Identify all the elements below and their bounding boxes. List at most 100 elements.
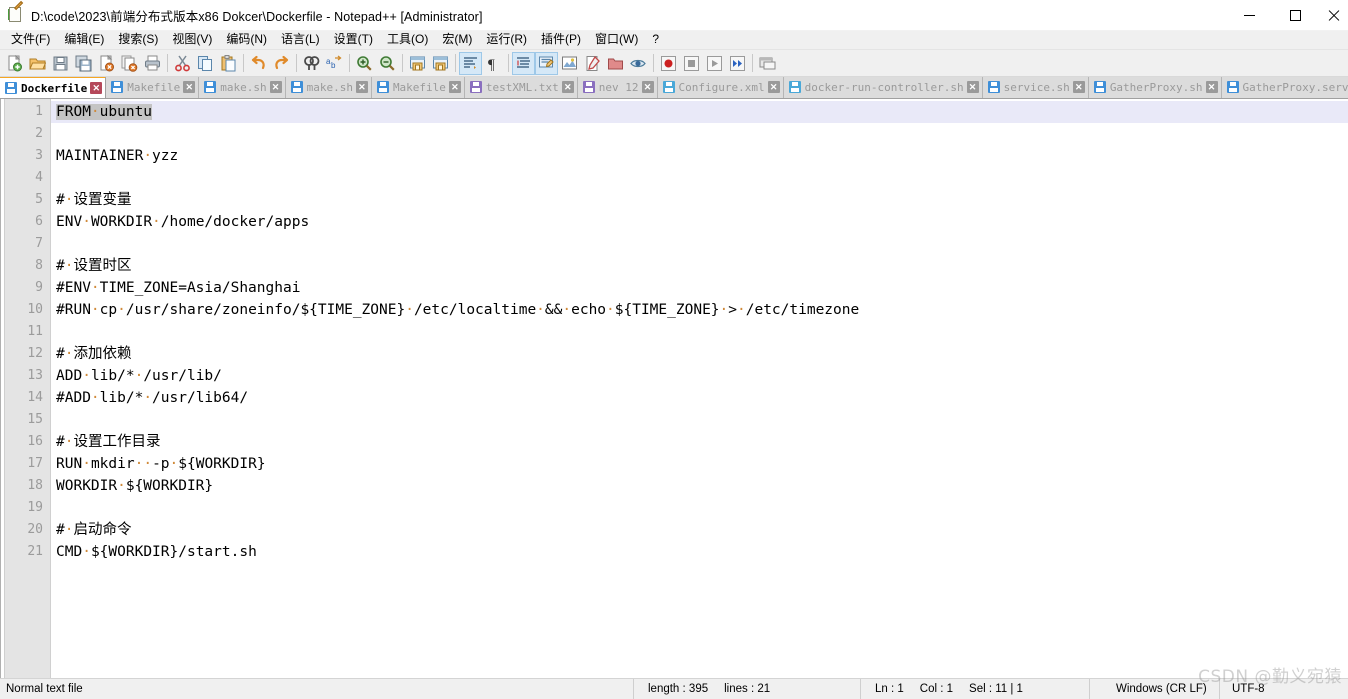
menu-help[interactable]: ? bbox=[645, 31, 666, 49]
run-panel-icon[interactable] bbox=[756, 52, 779, 75]
tab-close-icon[interactable]: ✕ bbox=[90, 82, 103, 94]
line-number: 9 bbox=[35, 280, 43, 295]
tab-docker-run-controller-sh[interactable]: docker-run-controller.sh ✕ bbox=[783, 77, 983, 98]
maximize-button[interactable] bbox=[1272, 0, 1318, 31]
show-all-chars-icon[interactable]: ¶ bbox=[482, 52, 505, 75]
tab-label: GatherProxy.service bbox=[1242, 80, 1348, 94]
tab-makefile-2[interactable]: Makefile ✕ bbox=[371, 77, 465, 98]
cut-icon[interactable] bbox=[171, 52, 194, 75]
tab-dockerfile[interactable]: Dockerfile ✕ bbox=[0, 77, 107, 98]
menu-settings[interactable]: 设置(T) bbox=[327, 31, 380, 49]
line-number: 11 bbox=[27, 324, 43, 339]
macro-play-icon[interactable] bbox=[703, 52, 726, 75]
code-content[interactable]: FROM·ubuntu MAINTAINER·yzz #·设置变量 ENV·WO… bbox=[51, 99, 1348, 678]
menu-macro[interactable]: 宏(M) bbox=[435, 31, 479, 49]
tab-close-icon[interactable]: ✕ bbox=[966, 81, 979, 93]
tab-close-icon[interactable]: ✕ bbox=[1205, 81, 1218, 93]
editor-area[interactable]: 1 2 3 4 5 6 7 8 9 10 11 12 13 14 15 16 1… bbox=[0, 99, 1348, 678]
new-file-icon[interactable] bbox=[3, 52, 26, 75]
svg-text:¶: ¶ bbox=[488, 57, 495, 72]
save-icon[interactable] bbox=[49, 52, 72, 75]
line-number: 16 bbox=[27, 434, 43, 449]
tab-gatherproxy-service[interactable]: GatherProxy.service ✕ bbox=[1221, 77, 1348, 98]
indent-guide-icon[interactable] bbox=[512, 51, 535, 75]
tab-makefile-1[interactable]: Makefile ✕ bbox=[106, 77, 200, 98]
tab-close-icon[interactable]: ✕ bbox=[767, 81, 780, 93]
tab-gatherproxy-sh[interactable]: GatherProxy.sh ✕ bbox=[1088, 77, 1222, 98]
tab-close-icon[interactable]: ✕ bbox=[448, 81, 461, 93]
menu-edit[interactable]: 编辑(E) bbox=[57, 31, 111, 49]
close-all-icon[interactable] bbox=[118, 52, 141, 75]
close-button[interactable] bbox=[1318, 0, 1348, 31]
print-icon[interactable] bbox=[141, 52, 164, 75]
zoom-in-icon[interactable] bbox=[353, 52, 376, 75]
code-line: #·添加依赖 bbox=[56, 346, 132, 362]
tab-close-icon[interactable]: ✕ bbox=[641, 81, 654, 93]
tab-label: Makefile bbox=[127, 80, 181, 94]
toolbar-separator bbox=[349, 54, 350, 72]
code-line: MAINTAINER·yzz bbox=[56, 148, 179, 164]
save-icon bbox=[662, 81, 675, 93]
user-defined-language-icon[interactable] bbox=[535, 51, 558, 75]
macro-run-multiple-icon[interactable] bbox=[726, 52, 749, 75]
menu-language[interactable]: 语言(L) bbox=[274, 31, 327, 49]
tab-label: make.sh bbox=[306, 80, 353, 94]
tab-service-sh[interactable]: service.sh ✕ bbox=[982, 77, 1089, 98]
redo-icon[interactable] bbox=[270, 52, 293, 75]
code-line: ADD·lib/*·/usr/lib/ bbox=[56, 368, 222, 384]
save-icon bbox=[376, 81, 389, 93]
line-number: 15 bbox=[27, 412, 43, 427]
notepadpp-document-icon bbox=[8, 0, 24, 23]
sync-vertical-scroll-icon[interactable] bbox=[406, 52, 429, 75]
sync-horizontal-scroll-icon[interactable] bbox=[429, 52, 452, 75]
tab-close-icon[interactable]: ✕ bbox=[1072, 81, 1085, 93]
menu-file[interactable]: 文件(F) bbox=[4, 31, 57, 49]
monitoring-icon[interactable] bbox=[627, 52, 650, 75]
minimize-button[interactable] bbox=[1226, 0, 1272, 31]
macro-stop-icon[interactable] bbox=[680, 52, 703, 75]
tab-close-icon[interactable]: ✕ bbox=[183, 81, 196, 93]
line-number: 7 bbox=[35, 236, 43, 251]
menu-tools[interactable]: 工具(O) bbox=[380, 31, 435, 49]
tab-testxml-txt[interactable]: testXML.txt ✕ bbox=[464, 77, 578, 98]
menu-view[interactable]: 视图(V) bbox=[165, 31, 219, 49]
zoom-out-icon[interactable] bbox=[376, 52, 399, 75]
line-number-gutter: 1 2 3 4 5 6 7 8 9 10 11 12 13 14 15 16 1… bbox=[5, 99, 51, 678]
tab-nev-12[interactable]: nev 12 ✕ bbox=[577, 77, 658, 98]
toolbar-separator bbox=[402, 54, 403, 72]
tab-close-icon[interactable]: ✕ bbox=[269, 81, 282, 93]
open-file-icon[interactable] bbox=[26, 52, 49, 75]
save-icon bbox=[1093, 81, 1106, 93]
menu-plugins[interactable]: 插件(P) bbox=[534, 31, 588, 49]
undo-icon[interactable] bbox=[247, 52, 270, 75]
menu-run[interactable]: 运行(R) bbox=[479, 31, 534, 49]
save-all-icon[interactable] bbox=[72, 52, 95, 75]
menu-search[interactable]: 搜索(S) bbox=[111, 31, 165, 49]
menu-encoding[interactable]: 编码(N) bbox=[219, 31, 274, 49]
line-number: 4 bbox=[35, 170, 43, 185]
function-list-icon[interactable] bbox=[581, 52, 604, 75]
document-map-icon[interactable] bbox=[558, 52, 581, 75]
toolbar: ab ¶ bbox=[0, 50, 1348, 77]
status-file-type: Normal text file bbox=[0, 678, 634, 699]
paste-icon[interactable] bbox=[217, 52, 240, 75]
replace-icon[interactable]: ab bbox=[323, 52, 346, 75]
menu-window[interactable]: 窗口(W) bbox=[588, 31, 645, 49]
line-number: 6 bbox=[35, 214, 43, 229]
macro-record-icon[interactable] bbox=[657, 52, 680, 75]
close-file-icon[interactable] bbox=[95, 52, 118, 75]
toolbar-separator bbox=[752, 54, 753, 72]
save-icon bbox=[788, 81, 801, 93]
tab-configure-xml[interactable]: Configure.xml ✕ bbox=[657, 77, 784, 98]
find-icon[interactable] bbox=[300, 52, 323, 75]
status-col: Col : 1 bbox=[919, 683, 954, 695]
tab-close-icon[interactable]: ✕ bbox=[355, 81, 368, 93]
word-wrap-icon[interactable] bbox=[459, 51, 482, 75]
folder-workspace-icon[interactable] bbox=[604, 52, 627, 75]
tab-make-sh-1[interactable]: make.sh ✕ bbox=[199, 77, 286, 98]
tab-make-sh-2[interactable]: make.sh ✕ bbox=[285, 77, 372, 98]
copy-icon[interactable] bbox=[194, 52, 217, 75]
tab-close-icon[interactable]: ✕ bbox=[561, 81, 574, 93]
